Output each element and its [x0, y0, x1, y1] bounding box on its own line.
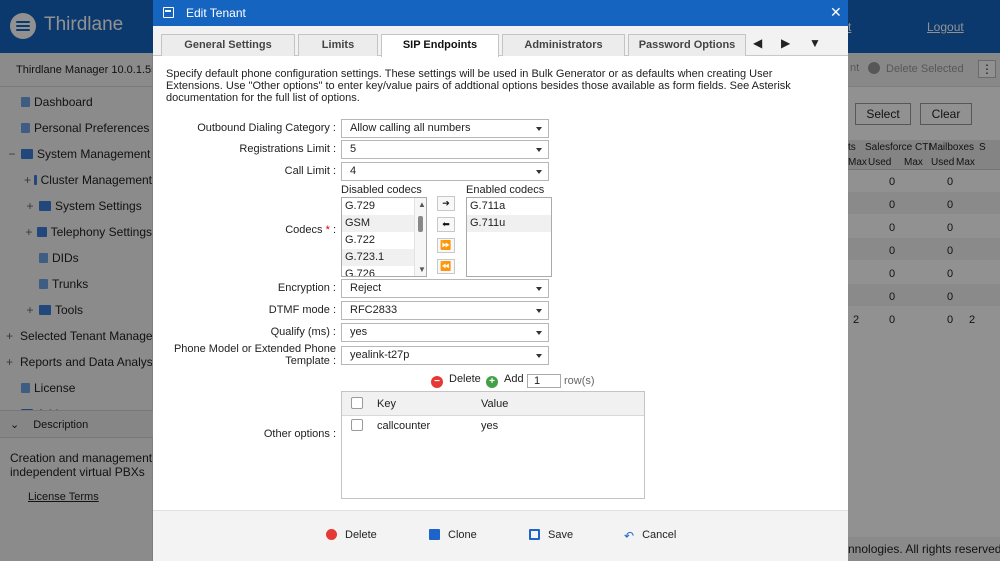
- delete-button[interactable]: Delete: [326, 529, 377, 541]
- outbound-dialing-select[interactable]: Allow calling all numbers: [341, 119, 549, 138]
- delete-icon: [326, 529, 337, 540]
- disabled-codecs-title: Disabled codecs: [341, 184, 422, 196]
- qualify-select[interactable]: yes: [341, 323, 549, 342]
- outbound-dialing-label: Outbound Dialing Category :: [197, 122, 336, 134]
- plus-circle-icon: +: [486, 376, 498, 388]
- tab-password-options[interactable]: Password Options: [628, 34, 746, 56]
- intro-text: Specify default phone configuration sett…: [166, 68, 791, 104]
- tab-scroll-left-icon[interactable]: ◀: [753, 36, 762, 50]
- phone-model-label: Phone Model or Extended Phone Template :: [173, 343, 336, 367]
- chevron-down-icon: [536, 127, 542, 131]
- save-button[interactable]: Save: [529, 529, 573, 541]
- tab-bar: General Settings Limits SIP Endpoints Ad…: [153, 26, 848, 57]
- col-key: Key: [377, 398, 396, 410]
- enabled-codecs-title: Enabled codecs: [466, 184, 545, 196]
- chevron-down-icon: [536, 309, 542, 313]
- registrations-limit-label: Registrations Limit :: [239, 143, 336, 155]
- option-key-cell[interactable]: callcounter: [377, 420, 430, 432]
- registrations-limit-select[interactable]: 5: [341, 140, 549, 159]
- move-all-left-button[interactable]: ⏪: [437, 259, 455, 274]
- add-row-button[interactable]: + Add: [486, 373, 524, 388]
- tab-scroll-right-icon[interactable]: ▶: [781, 36, 790, 50]
- chevron-down-icon: [536, 331, 542, 335]
- delete-row-button[interactable]: − Delete: [431, 373, 481, 388]
- edit-tenant-dialog: Edit Tenant ✕ General Settings Limits SI…: [153, 0, 848, 561]
- encryption-select[interactable]: Reject: [341, 279, 549, 298]
- dtmf-mode-select[interactable]: RFC2833: [341, 301, 549, 320]
- window-icon: [163, 7, 174, 18]
- minus-circle-icon: −: [431, 376, 443, 388]
- codec-item[interactable]: G.711u: [467, 215, 551, 232]
- save-icon: [529, 529, 540, 540]
- codecs-scrollbar[interactable]: ▲ ▼: [414, 198, 426, 276]
- move-right-button[interactable]: ➔: [437, 196, 455, 211]
- chevron-down-icon: [536, 287, 542, 291]
- tab-sip-endpoints[interactable]: SIP Endpoints: [381, 34, 499, 57]
- tab-limits[interactable]: Limits: [298, 34, 378, 56]
- grid-header: Key Value: [342, 392, 644, 416]
- undo-icon: ↶: [624, 529, 635, 543]
- tab-general-settings[interactable]: General Settings: [161, 34, 295, 56]
- cancel-button[interactable]: ↶ Cancel: [624, 529, 676, 543]
- dtmf-mode-label: DTMF mode :: [268, 304, 336, 316]
- qualify-label: Qualify (ms) :: [270, 326, 336, 338]
- option-value-cell[interactable]: yes: [481, 420, 498, 432]
- scroll-up-icon[interactable]: ▲: [418, 200, 426, 209]
- rows-count-input[interactable]: 1: [527, 374, 561, 388]
- other-options-label: Other options :: [263, 428, 336, 440]
- chevron-down-icon: [536, 170, 542, 174]
- clone-button[interactable]: Clone: [429, 529, 477, 541]
- codecs-label: Codecs * :: [285, 224, 336, 236]
- encryption-label: Encryption :: [277, 282, 336, 294]
- codec-item[interactable]: G.711a: [467, 198, 551, 215]
- clone-icon: [429, 529, 440, 540]
- enabled-codecs-list[interactable]: G.711a G.711u: [466, 197, 552, 277]
- rows-label: row(s): [564, 375, 595, 387]
- dialog-footer: Delete Clone Save ↶ Cancel: [153, 510, 848, 561]
- close-icon[interactable]: ✕: [830, 4, 842, 21]
- call-limit-select[interactable]: 4: [341, 162, 549, 181]
- tab-menu-icon[interactable]: ▼: [809, 36, 821, 50]
- tab-administrators[interactable]: Administrators: [502, 34, 625, 56]
- select-all-checkbox[interactable]: [351, 397, 363, 409]
- row-checkbox[interactable]: [351, 419, 363, 431]
- move-all-right-button[interactable]: ⏩: [437, 238, 455, 253]
- move-left-button[interactable]: ⬅: [437, 217, 455, 232]
- chevron-down-icon: [536, 148, 542, 152]
- dialog-title: Edit Tenant: [186, 6, 246, 20]
- disabled-codecs-list[interactable]: G.729 GSM G.722 G.723.1 G.726 ▲ ▼: [341, 197, 427, 277]
- col-value: Value: [481, 398, 509, 410]
- other-options-grid: Key Value callcounter yes: [341, 391, 645, 499]
- phone-model-select[interactable]: yealink-t27p: [341, 346, 549, 365]
- dialog-titlebar: Edit Tenant ✕: [153, 0, 848, 26]
- call-limit-label: Call Limit :: [284, 165, 336, 177]
- chevron-down-icon: [536, 354, 542, 358]
- scroll-thumb[interactable]: [418, 216, 423, 232]
- scroll-down-icon[interactable]: ▼: [418, 265, 426, 274]
